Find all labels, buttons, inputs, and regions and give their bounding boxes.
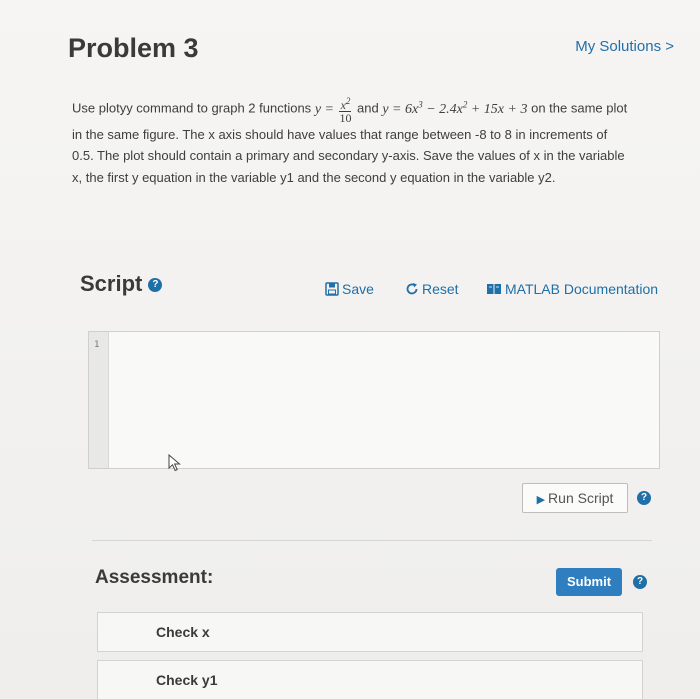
save-label: Save — [342, 281, 374, 297]
book-icon — [486, 281, 502, 297]
script-heading: Script ? — [80, 271, 163, 297]
assessment-heading: Assessment: — [95, 567, 214, 588]
question-circle-icon[interactable]: ? — [148, 278, 163, 293]
reset-button[interactable]: Reset — [405, 281, 459, 297]
reset-label: Reset — [422, 281, 459, 297]
equation-2-part-a: y = 6x — [382, 101, 419, 117]
run-script-button[interactable]: ▶ Run Script — [522, 483, 628, 513]
on-the-text: on the — [531, 100, 568, 116]
refresh-icon — [405, 281, 419, 297]
run-script-label: Run Script — [548, 490, 614, 506]
question-circle-icon[interactable]: ? — [633, 575, 647, 589]
my-solutions-link[interactable]: My Solutions > — [575, 38, 674, 55]
equation-2: y = 6x3 − 2.4x2 + 15x + 3 — [382, 99, 528, 117]
play-icon: ▶ — [536, 494, 546, 506]
line-number: 1 — [94, 340, 100, 350]
equation-1-lhs: y = — [314, 101, 334, 117]
equation-2-part-c: + 15x + 3 — [467, 101, 528, 117]
check-y1-label: Check y1 — [156, 672, 218, 688]
question-circle-icon[interactable]: ? — [637, 491, 651, 505]
fraction-exponent: 2 — [345, 95, 351, 106]
page-title: Problem 3 — [68, 33, 199, 63]
assessment-check-item[interactable]: Check y1 — [97, 660, 643, 699]
problem-description: Use plotyy command to graph 2 functions … — [72, 94, 632, 188]
floppy-disk-icon — [325, 281, 339, 297]
fraction-denominator: 10 — [339, 110, 352, 125]
and-text: and — [356, 100, 379, 116]
page: Problem 3 My Solutions > Use plotyy comm… — [0, 0, 700, 699]
mouse-pointer-icon — [168, 454, 181, 472]
assessment-check-item[interactable]: Check x — [97, 612, 643, 652]
equation-1: y = x2 10 — [314, 96, 357, 124]
check-x-label: Check x — [156, 624, 210, 640]
equation-1-fraction: x2 10 — [339, 95, 352, 125]
save-button[interactable]: Save — [325, 281, 374, 297]
script-heading-label: Script — [80, 271, 143, 296]
problem-intro: Use plotyy command to graph 2 functions — [72, 100, 312, 116]
matlab-documentation-link[interactable]: MATLAB Documentation — [486, 281, 658, 297]
section-divider — [92, 540, 652, 541]
matlab-documentation-label: MATLAB Documentation — [505, 281, 659, 297]
code-input-area[interactable] — [110, 332, 659, 468]
equation-2-part-b: − 2.4x — [422, 101, 463, 117]
submit-button[interactable]: Submit — [556, 568, 622, 596]
code-editor[interactable]: 1 — [88, 331, 660, 469]
line-number-gutter: 1 — [89, 332, 109, 468]
